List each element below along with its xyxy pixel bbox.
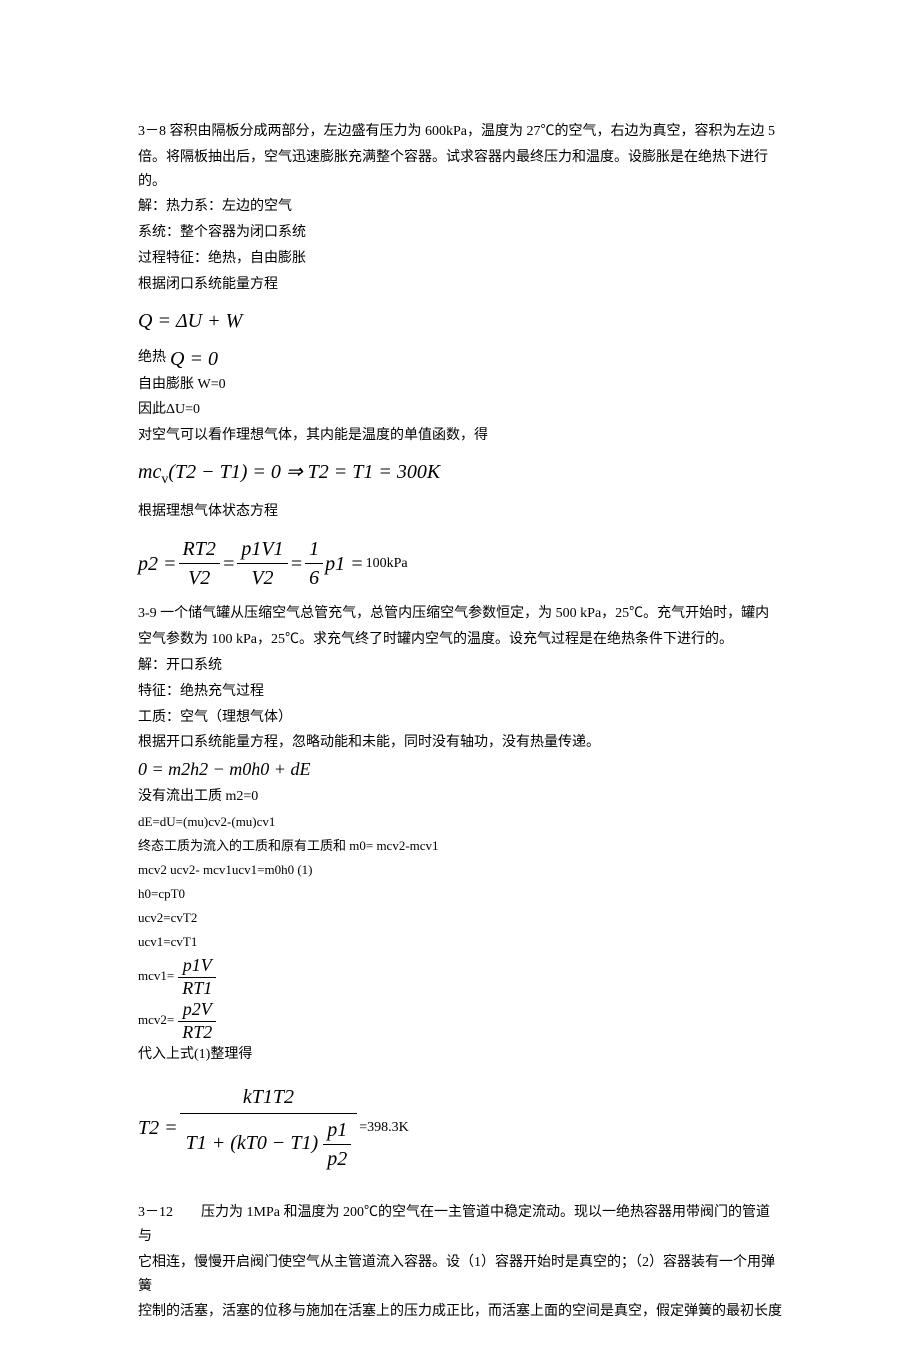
t2-lhs: T2 = (138, 1114, 178, 1142)
frac-1-6: 1 6 (305, 535, 323, 592)
equation-mcv: mcv(T2 − T1) = 0 ⇒ T2 = T1 = 300K (138, 458, 782, 490)
equation-t2: T2 = kT1T2 T1 + (kT0 − T1) p1 p2 =398.3K (138, 1081, 409, 1175)
equation-p2: p2 = RT2 V2 = p1V1 V2 = 1 6 p1 = 100kPa (138, 535, 408, 592)
frac-num: p1V1 (237, 535, 287, 564)
equation-q-zero: Q = 0 (170, 345, 218, 373)
p39-line11: h0=cpT0 (138, 883, 782, 905)
frac-den: p2 (323, 1145, 351, 1173)
p2-lhs: p2 = (138, 550, 177, 578)
p38-line10: 对空气可以看作理想气体，其内能是温度的单值函数，得 (138, 424, 782, 448)
result-100kpa: 100kPa (366, 554, 408, 574)
p39-line12: ucv2=cvT2 (138, 907, 782, 929)
mcv2-label: mcv2= (138, 1009, 174, 1031)
frac-den: 6 (305, 564, 323, 592)
equation-q-du-w: Q = ΔU + W (138, 307, 782, 335)
frac-p2v-rt2: p2V RT2 (178, 999, 216, 1043)
p1-tail: p1 = (325, 550, 364, 578)
den-left: T1 + (kT0 − T1) (186, 1132, 319, 1154)
frac-den: RT2 (178, 1022, 216, 1044)
mcv1-label: mcv1= (138, 965, 174, 987)
p39-line2: 空气参数为 100 kPa，25℃。求充气终了时罐内空气的温度。设充气过程是在绝… (138, 628, 782, 652)
frac-p1-p2: p1 p2 (323, 1116, 351, 1173)
p38-line6: 根据闭口系统能量方程 (138, 273, 782, 297)
p39-line13: ucv1=cvT1 (138, 931, 782, 953)
p38-line4: 系统：整个容器为闭口系统 (138, 221, 782, 245)
p38-line1: 3－8 容积由隔板分成两部分，左边盛有压力为 600kPa，温度为 27℃的空气… (138, 120, 782, 144)
eq3-mid: (T2 − T1) = 0 ⇒ T2 = T1 = 300K (168, 461, 440, 483)
p39-line9: 终态工质为流入的工质和原有工质和 m0= mcv2-mcv1 (138, 835, 782, 857)
p38-line3: 解：热力系：左边的空气 (138, 195, 782, 219)
frac-p1v-rt1: p1V RT1 (178, 955, 216, 999)
p39-line7: 没有流出工质 m2=0 (138, 785, 782, 809)
frac-den: V2 (237, 564, 287, 592)
eq3-left: mc (138, 461, 161, 483)
equation-open-system: 0 = m2h2 − m0h0 + dE (138, 759, 782, 781)
frac-num: p1 (323, 1116, 351, 1145)
p39-line6: 根据开口系统能量方程，忽略动能和未能，同时没有轴功，没有热量传递。 (138, 731, 782, 755)
p38-line8: 自由膨胀 W=0 (138, 373, 782, 397)
frac-t2: kT1T2 T1 + (kT0 − T1) p1 p2 (180, 1081, 358, 1175)
p39-line5: 工质：空气（理想气体） (138, 706, 782, 730)
frac-num: kT1T2 (180, 1081, 358, 1114)
eq-sign2: = (290, 550, 304, 578)
p39-line1: 3-9 一个储气罐从压缩空气总管充气，总管内压缩空气参数恒定，为 500 kPa… (138, 602, 782, 626)
frac-num: RT2 (179, 535, 220, 564)
p38-line11: 根据理想气体状态方程 (138, 500, 782, 524)
frac-num: 1 (305, 535, 323, 564)
result-398k: =398.3K (359, 1118, 409, 1138)
frac-num: p1V (178, 955, 216, 978)
p39-line14: 代入上式(1)整理得 (138, 1043, 782, 1067)
frac-p1v1-v2: p1V1 V2 (237, 535, 287, 592)
p38-line7a: 绝热 (138, 346, 166, 370)
frac-rt2-v2: RT2 V2 (179, 535, 220, 592)
p38-line2: 倍。将隔板抽出后，空气迅速膨胀充满整个容器。试求容器内最终压力和温度。设膨胀是在… (138, 146, 782, 194)
p39-line8: dE=dU=(mu)cv2-(mu)cv1 (138, 811, 782, 833)
p39-line3: 解：开口系统 (138, 654, 782, 678)
p38-line5: 过程特征：绝热，自由膨胀 (138, 247, 782, 271)
frac-den: T1 + (kT0 − T1) p1 p2 (180, 1114, 358, 1175)
p312-line2: 它相连，慢慢开启阀门使空气从主管道流入容器。设（1）容器开始时是真空的；（2）容… (138, 1251, 782, 1299)
p38-line9: 因此ΔU=0 (138, 398, 782, 422)
p312-line1: 3－12 压力为 1MPa 和温度为 200℃的空气在一主管道中稳定流动。现以一… (138, 1201, 782, 1249)
p39-line4: 特征：绝热充气过程 (138, 680, 782, 704)
p39-line10: mcv2 ucv2- mcv1ucv1=m0h0 (1) (138, 859, 782, 881)
frac-den: V2 (179, 564, 220, 592)
eq-sign: = (222, 550, 236, 578)
p312-line3: 控制的活塞，活塞的位移与施加在活塞上的压力成正比，而活塞上面的空间是真空，假定弹… (138, 1300, 782, 1324)
frac-den: RT1 (178, 978, 216, 1000)
frac-num: p2V (178, 999, 216, 1022)
